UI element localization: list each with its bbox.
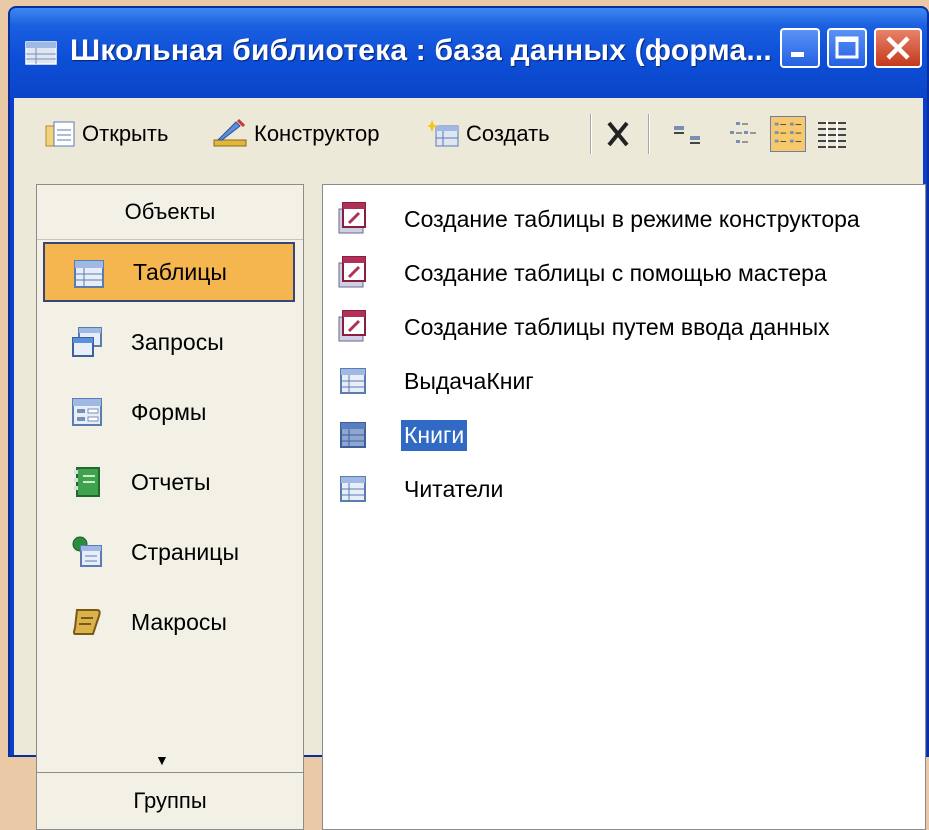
wizard-icon: [338, 202, 366, 234]
list-item-label: Создание таблицы в режиме конструктора: [404, 205, 860, 232]
details-icon[interactable]: [814, 116, 850, 152]
objects-header[interactable]: Объекты: [37, 185, 303, 240]
toolbar-separator: [648, 114, 650, 154]
minimize-button[interactable]: [780, 28, 820, 68]
object-list: Создание таблицы в режиме конструктора С…: [322, 184, 926, 830]
design-button[interactable]: Конструктор: [212, 116, 379, 152]
objects-bar: Объекты Таблицы Запросы Формы Отчеты Стр…: [36, 184, 304, 830]
page-icon: [72, 536, 102, 567]
toolbar: Открыть Конструктор Создать: [14, 98, 923, 176]
form-icon: [72, 398, 102, 426]
table-icon: [340, 368, 366, 394]
open-label: Открыть: [82, 121, 169, 146]
wizard-icon: [338, 310, 366, 342]
small-icons-icon[interactable]: [726, 116, 762, 152]
nav-item-label: Таблицы: [133, 258, 227, 285]
maximize-icon: [835, 36, 859, 59]
groups-label: Группы: [133, 788, 207, 813]
list-item-label: Книги: [401, 419, 468, 451]
window-title: Школьная библиотека : база данных (форма…: [70, 34, 772, 67]
nav-item-pages[interactable]: Страницы: [43, 522, 295, 582]
new-object-icon: [428, 120, 459, 147]
nav-item-label: Формы: [131, 398, 207, 425]
nav-item-label: Запросы: [131, 328, 224, 355]
new-button[interactable]: Создать: [428, 116, 550, 152]
toolbar-separator: [590, 114, 592, 154]
delete-icon[interactable]: [600, 116, 636, 152]
wizard-icon: [338, 256, 366, 288]
nav-item-label: Отчеты: [131, 468, 211, 495]
nav-item-tables[interactable]: Таблицы: [43, 242, 295, 302]
nav-item-label: Страницы: [131, 538, 239, 565]
title-bar[interactable]: Школьная библиотека : база данных (форма…: [10, 8, 927, 98]
maximize-button[interactable]: [827, 28, 867, 68]
list-item-label: Создание таблицы путем ввода данных: [404, 313, 830, 340]
new-label: Создать: [466, 121, 550, 146]
more-objects-arrow[interactable]: ▼: [155, 752, 169, 768]
macro-icon: [73, 609, 101, 635]
list-item-label: ВыдачаКниг: [404, 367, 534, 394]
design-label: Конструктор: [254, 121, 380, 146]
nav-item-forms[interactable]: Формы: [43, 382, 295, 442]
close-icon: [886, 36, 910, 60]
nav-item-label: Макросы: [131, 608, 227, 635]
table-icon: [340, 422, 366, 448]
database-window-icon: [25, 41, 57, 65]
design-icon: [213, 118, 247, 147]
nav-item-macros[interactable]: Макросы: [43, 592, 295, 652]
report-icon: [74, 467, 100, 497]
open-button[interactable]: Открыть: [44, 116, 168, 152]
table-icon: [340, 476, 366, 502]
table-icon: [74, 260, 104, 288]
minimize-icon: [791, 52, 804, 57]
close-button[interactable]: [874, 28, 922, 68]
open-icon: [45, 121, 75, 147]
large-icons-icon[interactable]: [670, 116, 706, 152]
nav-item-queries[interactable]: Запросы: [43, 312, 295, 372]
list-item-label: Создание таблицы с помощью мастера: [404, 259, 827, 286]
database-window: Школьная библиотека : база данных (форма…: [8, 6, 929, 830]
nav-item-reports[interactable]: Отчеты: [43, 452, 295, 512]
groups-bar[interactable]: Группы: [37, 772, 303, 829]
query-icon: [72, 327, 102, 357]
list-icon[interactable]: [770, 116, 806, 152]
list-item-label: Читатели: [404, 475, 504, 502]
window-client: Открыть Конструктор Создать Объекты Табл…: [14, 98, 926, 830]
